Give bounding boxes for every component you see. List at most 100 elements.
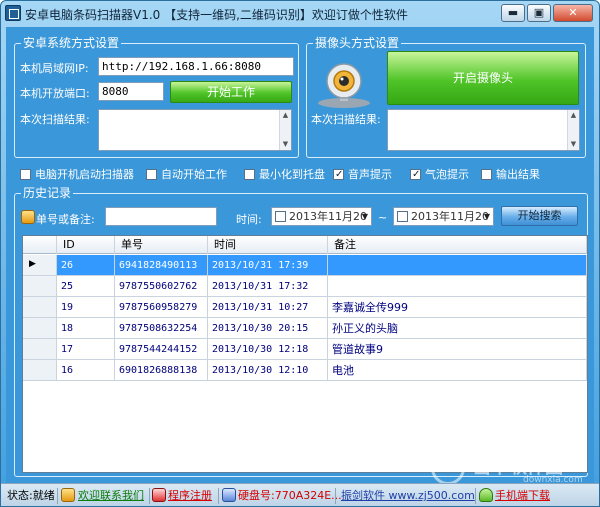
cell-note <box>328 276 587 297</box>
register-icon <box>152 488 166 502</box>
option-label: 最小化到托盘 <box>259 168 325 181</box>
table-row[interactable]: 19 9787560958279 2013/10/31 10:27 李嘉诚全传999 <box>23 297 587 318</box>
website-link[interactable]: 振剑软件 www.zj500.com <box>341 489 475 503</box>
camera-result-scrollbar[interactable]: ▲ ▼ <box>567 110 579 150</box>
chevron-down-icon[interactable]: ▼ <box>484 208 490 225</box>
status-bar: 状态:就绪 欢迎联系我们 程序注册 硬盘号:770A324E... 振剑软件 w… <box>1 483 599 506</box>
row-header[interactable] <box>23 276 57 297</box>
checkbox-box[interactable] <box>146 169 157 180</box>
cell-note: 管道故事9 <box>328 339 587 360</box>
status-separator <box>149 488 150 504</box>
ip-label: 本机局域网IP: <box>20 62 89 75</box>
cell-note: 电池 <box>328 360 587 381</box>
app-icon <box>5 5 21 21</box>
scroll-down-icon[interactable]: ▼ <box>568 139 579 150</box>
date-to-picker[interactable]: 2013年11月20 ▼ <box>393 207 494 226</box>
contact-link[interactable]: 欢迎联系我们 <box>78 489 144 503</box>
date-from-checkbox[interactable] <box>275 211 286 222</box>
port-field[interactable]: 8080 <box>98 82 164 101</box>
android-result-label: 本次扫描结果: <box>20 113 90 126</box>
port-label: 本机开放端口: <box>20 87 90 100</box>
cell-id: 25 <box>57 276 115 297</box>
cell-code: 9787550602762 <box>115 276 208 297</box>
option-checkbox-5[interactable]: 输出结果 <box>481 168 540 181</box>
cell-time: 2013/10/30 12:10 <box>208 360 328 381</box>
option-checkbox-4[interactable]: 气泡提示 <box>410 168 469 181</box>
android-result-textarea[interactable]: ▲ ▼ <box>98 109 292 151</box>
scroll-down-icon[interactable]: ▼ <box>280 139 291 150</box>
row-header[interactable] <box>23 339 57 360</box>
cell-time: 2013/10/31 10:27 <box>208 297 328 318</box>
status-separator <box>475 488 476 504</box>
table-header: ID 单号 时间 备注 <box>23 236 587 254</box>
date-from-value: 2013年11月20 <box>289 210 367 223</box>
search-input[interactable] <box>105 207 217 226</box>
maximize-button[interactable]: ▣ <box>527 4 551 22</box>
start-work-button[interactable]: 开始工作 <box>170 81 292 103</box>
table-row[interactable]: 16 6901826888138 2013/10/30 12:10 电池 <box>23 360 587 381</box>
chevron-down-icon[interactable]: ▼ <box>362 208 368 225</box>
row-header[interactable] <box>23 360 57 381</box>
checkbox-box[interactable] <box>410 168 421 181</box>
option-label: 输出结果 <box>496 168 540 181</box>
cell-id: 17 <box>57 339 115 360</box>
column-header-note[interactable]: 备注 <box>328 236 587 254</box>
checkbox-box[interactable] <box>333 168 344 181</box>
table-row[interactable]: 18 9787508632254 2013/10/30 20:15 孙正义的头脑 <box>23 318 587 339</box>
time-label: 时间: <box>236 213 262 226</box>
cell-time: 2013/10/31 17:32 <box>208 276 328 297</box>
option-label: 电脑开机启动扫描器 <box>35 168 134 181</box>
table-row[interactable]: 25 9787550602762 2013/10/31 17:32 <box>23 276 587 297</box>
option-checkbox-2[interactable]: 最小化到托盘 <box>244 168 325 181</box>
scroll-up-icon[interactable]: ▲ <box>568 110 579 121</box>
scroll-up-icon[interactable]: ▲ <box>280 110 291 121</box>
column-header-code[interactable]: 单号 <box>115 236 208 254</box>
search-button[interactable]: 开始搜索 <box>501 206 578 226</box>
cell-code: 9787544244152 <box>115 339 208 360</box>
open-camera-button[interactable]: 开启摄像头 <box>387 51 579 105</box>
status-separator <box>218 488 219 504</box>
checkbox-box[interactable] <box>244 169 255 180</box>
cell-time: 2013/10/30 20:15 <box>208 318 328 339</box>
table-row[interactable]: 2669418284901132013/10/31 17:39 <box>23 255 587 276</box>
camera-result-label: 本次扫描结果: <box>311 113 381 126</box>
camera-result-textarea[interactable]: ▲ ▼ <box>387 109 580 151</box>
ip-field[interactable]: http://192.168.1.66:8080 <box>98 57 294 76</box>
close-button[interactable]: ✕ <box>553 4 593 22</box>
register-link[interactable]: 程序注册 <box>168 489 212 503</box>
row-header[interactable] <box>23 297 57 318</box>
cell-id: 18 <box>57 318 115 339</box>
minimize-button[interactable]: ▬ <box>501 4 525 22</box>
option-checkbox-3[interactable]: 音声提示 <box>333 168 392 181</box>
cell-note <box>328 255 587 276</box>
status-state: 状态:就绪 <box>7 489 55 502</box>
cell-time: 2013/10/30 12:18 <box>208 339 328 360</box>
disk-id: 硬盘号:770A324E... <box>238 489 342 502</box>
option-checkbox-1[interactable]: 自动开始工作 <box>146 168 227 181</box>
checkbox-box[interactable] <box>20 169 31 180</box>
row-pointer-icon[interactable] <box>23 255 57 276</box>
app-window: 安卓电脑条码扫描器V1.0 【支持一维码,二维码识别】欢迎订做个性软件 ▬ ▣ … <box>0 0 600 507</box>
title-bar: 安卓电脑条码扫描器V1.0 【支持一维码,二维码识别】欢迎订做个性软件 ▬ ▣ … <box>1 1 599 27</box>
history-table: ID 单号 时间 备注 2669418284901132013/10/31 17… <box>22 235 588 473</box>
checkbox-box[interactable] <box>481 169 492 180</box>
history-group-title: 历史记录 <box>21 186 74 200</box>
cell-code: 6941828490113 <box>115 255 208 276</box>
cell-id: 16 <box>57 360 115 381</box>
android-result-scrollbar[interactable]: ▲ ▼ <box>279 110 291 150</box>
cell-note: 孙正义的头脑 <box>328 318 587 339</box>
date-to-checkbox[interactable] <box>397 211 408 222</box>
table-row[interactable]: 17 9787544244152 2013/10/30 12:18 管道故事9 <box>23 339 587 360</box>
search-label: 单号或备注: <box>36 213 95 226</box>
row-header[interactable] <box>23 318 57 339</box>
date-from-picker[interactable]: 2013年11月20 ▼ <box>271 207 372 226</box>
cell-code: 9787560958279 <box>115 297 208 318</box>
column-header-time[interactable]: 时间 <box>208 236 328 254</box>
status-separator <box>335 488 336 504</box>
user-search-icon <box>21 210 35 224</box>
option-checkbox-0[interactable]: 电脑开机启动扫描器 <box>20 168 134 181</box>
mobile-download-link[interactable]: 手机端下载 <box>495 489 550 503</box>
contact-icon <box>61 488 75 502</box>
column-header-id[interactable]: ID <box>57 236 115 254</box>
cell-time: 2013/10/31 17:39 <box>208 255 328 276</box>
